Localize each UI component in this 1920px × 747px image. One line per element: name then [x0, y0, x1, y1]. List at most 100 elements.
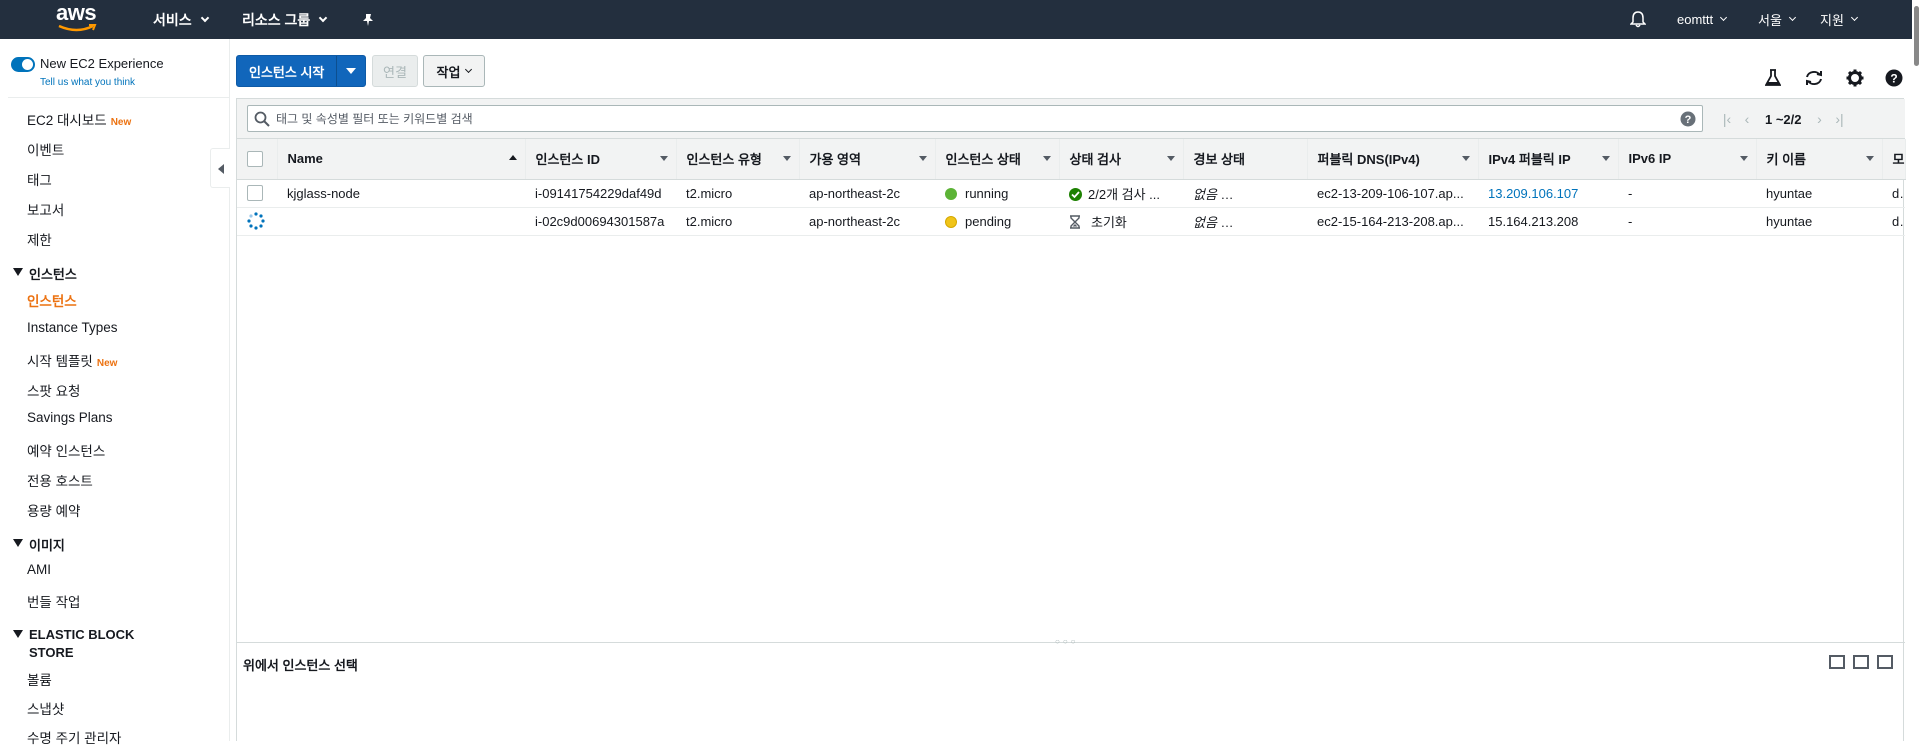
- alarm-label: 없음: [1193, 186, 1217, 202]
- sort-icon: [1042, 156, 1051, 161]
- table-row[interactable]: i-02c9d00694301587a t2.micro ap-northeas…: [237, 207, 1905, 236]
- sidebar-item-spot-requests[interactable]: 스팟 요청: [27, 380, 80, 400]
- sidebar-item-launch-templates[interactable]: 시작 템플릿 New: [27, 350, 117, 370]
- refresh-button[interactable]: [1803, 67, 1825, 89]
- sidebar-section-instances[interactable]: 인스턴스: [13, 264, 77, 283]
- column-header-name[interactable]: Name: [277, 139, 526, 180]
- section-label: 인스턴스: [29, 267, 77, 282]
- launch-instance-button[interactable]: 인스턴스 시작: [236, 55, 367, 87]
- pin-button[interactable]: [361, 0, 375, 39]
- sidebar-item-instances[interactable]: 인스턴스: [27, 290, 77, 310]
- next-page-icon[interactable]: ›: [1810, 111, 1830, 127]
- sidebar-item-reports[interactable]: 보고서: [27, 199, 64, 219]
- first-page-icon[interactable]: |‹: [1717, 111, 1737, 127]
- sidebar-item-volumes[interactable]: 볼륨: [27, 669, 52, 689]
- user-name: eomttt: [1677, 12, 1714, 27]
- aws-logo-text: aws: [56, 0, 97, 25]
- pane-layout-controls: [1829, 655, 1893, 669]
- sidebar-item-reserved-instances[interactable]: 예약 인스턴스: [27, 440, 105, 460]
- svg-text:?: ?: [1685, 114, 1692, 126]
- sort-icon: [1461, 156, 1470, 161]
- column-header-public-dns[interactable]: 퍼블릭 DNS(IPv4): [1307, 139, 1479, 180]
- column-header-availability-zone[interactable]: 가용 영역: [799, 139, 936, 180]
- notifications-button[interactable]: [1630, 0, 1646, 39]
- sidebar-item-ec2-dashboard[interactable]: EC2 대시보드 New: [27, 109, 131, 129]
- sidebar-section-ebs[interactable]: ELASTIC BLOCK STORE: [13, 626, 153, 662]
- column-header-alarm-status[interactable]: 경보 상태: [1183, 139, 1308, 180]
- chevron-down-icon: [465, 65, 473, 73]
- row-checkbox[interactable]: [247, 185, 263, 202]
- sort-icon: [1865, 156, 1874, 161]
- sidebar-item-limits[interactable]: 제한: [27, 229, 52, 249]
- sidebar-item-snapshots[interactable]: 스냅샷: [27, 698, 64, 718]
- alarm-label: 없음: [1193, 214, 1217, 230]
- services-menu[interactable]: 서비스: [153, 0, 209, 39]
- pin-icon: [363, 13, 373, 26]
- sidebar-item-bundle-tasks[interactable]: 번들 작업: [27, 591, 80, 611]
- settings-button[interactable]: [1844, 67, 1866, 89]
- resource-groups-label: 리소스 그룹: [242, 11, 311, 28]
- column-header-ipv6[interactable]: IPv6 IP: [1618, 139, 1757, 180]
- aws-logo[interactable]: aws: [56, 2, 100, 36]
- column-header-key-name[interactable]: 키 이름: [1756, 139, 1883, 180]
- feedback-link[interactable]: Tell us what you think: [40, 77, 135, 88]
- sidebar-item-dedicated-hosts[interactable]: 전용 호스트: [27, 470, 93, 490]
- sidebar-item-label: EC2 대시보드: [27, 113, 107, 128]
- row-select-cell: [237, 179, 277, 208]
- new-experience-toggle[interactable]: [11, 57, 35, 72]
- sidebar-item-capacity-reservations[interactable]: 용량 예약: [27, 500, 80, 520]
- layout-split-icon[interactable]: [1853, 655, 1869, 669]
- resize-handle[interactable]: ○○○: [1055, 637, 1079, 646]
- prev-page-icon[interactable]: ‹: [1737, 111, 1757, 127]
- sidebar-item-tags[interactable]: 태그: [27, 169, 52, 189]
- cell-public-dns: ec2-13-209-106-107.ap...: [1307, 179, 1478, 208]
- sidebar-collapse-button[interactable]: [210, 148, 230, 188]
- connect-button[interactable]: 연결: [372, 55, 418, 87]
- sidebar-section-images[interactable]: 이미지: [13, 535, 65, 554]
- help-button[interactable]: ?: [1883, 67, 1905, 89]
- cell-key-name: hyuntae: [1756, 207, 1882, 236]
- scrollbar-thumb[interactable]: [1914, 6, 1919, 66]
- details-pane: ○○○ 위에서 인스턴스 선택: [236, 637, 1904, 741]
- layout-full-icon[interactable]: [1877, 655, 1893, 669]
- search-box[interactable]: ?: [247, 105, 1703, 132]
- cell-alarm-status: 없음: [1183, 179, 1307, 208]
- create-alarm-icon[interactable]: [1299, 185, 1307, 202]
- actions-button[interactable]: 작업: [423, 55, 485, 87]
- support-menu[interactable]: 지원: [1820, 0, 1858, 39]
- layout-bottom-icon[interactable]: [1829, 655, 1845, 669]
- state-label: pending: [965, 213, 1012, 229]
- ipv4-link[interactable]: 13.209.106.107: [1488, 186, 1578, 201]
- cell-instance-type: t2.micro: [676, 179, 799, 208]
- search-help-icon[interactable]: ?: [1680, 111, 1696, 127]
- column-header-instance-type[interactable]: 인스턴스 유형: [676, 139, 800, 180]
- sidebar-item-savings-plans[interactable]: Savings Plans: [27, 410, 113, 425]
- user-menu[interactable]: eomttt: [1677, 0, 1728, 39]
- flask-button[interactable]: [1762, 67, 1784, 89]
- sidebar-item-lifecycle-manager[interactable]: 수명 주기 관리자: [27, 727, 121, 747]
- sidebar-item-events[interactable]: 이벤트: [27, 139, 64, 159]
- column-header-instance-state[interactable]: 인스턴스 상태: [935, 139, 1060, 180]
- chevron-down-icon: [1720, 13, 1728, 22]
- page-scrollbar[interactable]: [1912, 0, 1920, 741]
- select-all-cell: [237, 139, 278, 180]
- sidebar-item-instance-types[interactable]: Instance Types: [27, 320, 118, 335]
- launch-dropdown-icon[interactable]: [337, 56, 365, 86]
- cell-instance-state: pending: [935, 207, 1059, 236]
- table-row[interactable]: kjglass-node i-09141754229daf49d t2.micr…: [237, 179, 1905, 208]
- column-header-status-checks[interactable]: 상태 검사: [1059, 139, 1184, 180]
- region-menu[interactable]: 서울: [1758, 0, 1796, 39]
- resource-groups-menu[interactable]: 리소스 그룹: [242, 0, 328, 39]
- search-input[interactable]: [276, 110, 1656, 128]
- bell-icon: [1630, 11, 1646, 28]
- column-header-monitoring[interactable]: 모니: [1882, 139, 1906, 180]
- select-all-checkbox[interactable]: [247, 151, 263, 168]
- column-header-ipv4[interactable]: IPv4 퍼블릭 IP: [1478, 139, 1619, 180]
- sidebar-item-ami[interactable]: AMI: [27, 562, 51, 577]
- cell-availability-zone: ap-northeast-2c: [799, 207, 935, 236]
- column-header-instance-id[interactable]: 인스턴스 ID: [525, 139, 677, 180]
- launch-instance-label: 인스턴스 시작: [237, 56, 338, 86]
- create-alarm-icon[interactable]: [1299, 213, 1307, 230]
- last-page-icon[interactable]: ›|: [1830, 111, 1850, 127]
- cell-ipv6: -: [1618, 207, 1756, 236]
